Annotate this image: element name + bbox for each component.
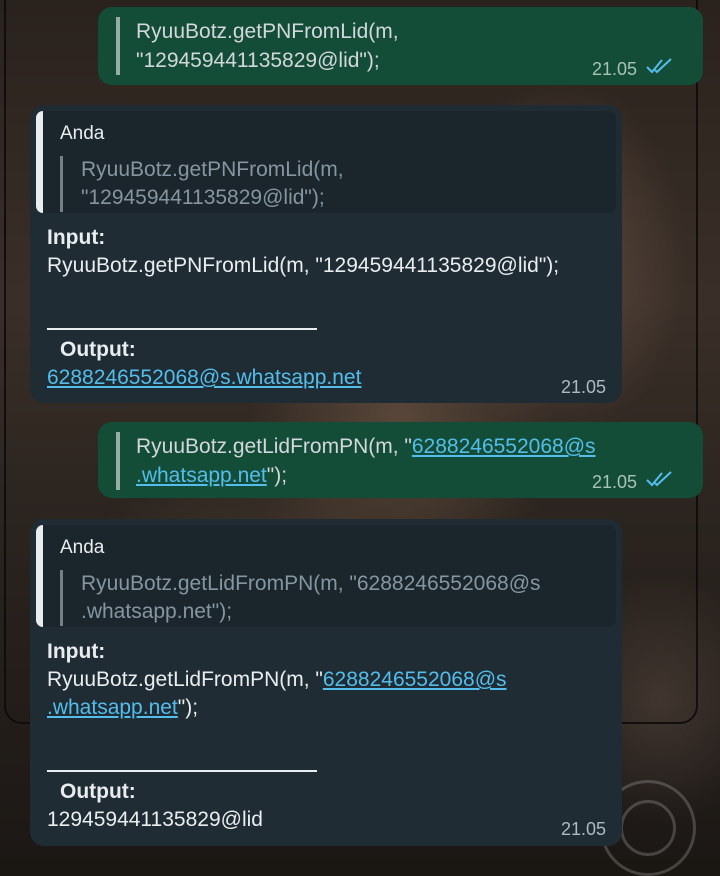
input-link[interactable]: 6288246552068@s (323, 668, 507, 691)
output-value: 129459441135829@lid (47, 808, 263, 831)
quote-text: RyuuBotz.getLidFromPN(m, "6288246552068@… (60, 570, 541, 626)
input-label: Input: (47, 226, 106, 249)
message-bubble-incoming[interactable]: Anda RyuuBotz.getLidFromPN(m, "628824655… (30, 519, 622, 846)
input-link[interactable]: .whatsapp.net (47, 696, 178, 719)
message-line: .whatsapp.net"); (136, 461, 596, 490)
double-check-icon (646, 58, 672, 74)
quote-author: Anda (60, 123, 105, 144)
quote-line: RyuuBotz.getLidFromPN(m, "6288246552068@… (81, 572, 541, 595)
message-line: RyuuBotz.getLidFromPN(m, "6288246552068@… (136, 432, 596, 461)
input-code: RyuuBotz.getLidFromPN(m, "6288246552068@… (47, 666, 507, 694)
message-text-segment: "); (266, 464, 288, 487)
message-bubble-incoming[interactable]: Anda RyuuBotz.getPNFromLid(m, "129459441… (30, 105, 622, 403)
divider-line (47, 328, 317, 330)
input-code: RyuuBotz.getPNFromLid(m, "12945944113582… (47, 254, 560, 277)
message-line: RyuuBotz.getPNFromLid(m, (136, 20, 399, 43)
input-label: Input: (47, 640, 106, 663)
quote-accent-bar (36, 525, 43, 627)
quote-text: RyuuBotz.getPNFromLid(m, "12945944113582… (60, 156, 344, 212)
message-text-segment: RyuuBotz.getLidFromPN(m, " (136, 435, 412, 458)
quote-line: "129459441135829@lid"); (81, 186, 325, 209)
quote-accent-bar (36, 111, 43, 213)
output-link[interactable]: 6288246552068@s.whatsapp.net (47, 364, 361, 392)
output-label: Output: (60, 780, 136, 803)
quote-line: .whatsapp.net"); (81, 600, 233, 623)
quote-line: RyuuBotz.getPNFromLid(m, (81, 158, 344, 181)
divider-line (47, 770, 317, 772)
message-text: RyuuBotz.getLidFromPN(m, "6288246552068@… (116, 432, 596, 490)
message-bubble-outgoing[interactable]: RyuuBotz.getPNFromLid(m, "12945944113582… (98, 7, 703, 85)
message-line: "129459441135829@lid"); (136, 49, 380, 72)
double-check-icon (646, 471, 672, 487)
input-text-segment: "); (177, 696, 199, 719)
message-link[interactable]: 6288246552068@s (412, 435, 596, 458)
message-bubble-outgoing[interactable]: RyuuBotz.getLidFromPN(m, "6288246552068@… (98, 422, 703, 498)
wallpaper-decoration (620, 800, 676, 856)
message-time: 21.05 (561, 819, 607, 839)
message-time: 21.05 (561, 377, 607, 397)
output-label: Output: (60, 338, 136, 361)
quoted-message[interactable]: Anda RyuuBotz.getLidFromPN(m, "628824655… (36, 525, 616, 627)
message-text: RyuuBotz.getPNFromLid(m, "12945944113582… (116, 17, 399, 75)
message-link[interactable]: .whatsapp.net (136, 464, 267, 487)
message-time: 21.05 (592, 59, 638, 79)
input-code: .whatsapp.net"); (47, 694, 198, 722)
quoted-message[interactable]: Anda RyuuBotz.getPNFromLid(m, "129459441… (36, 111, 616, 213)
quote-author: Anda (60, 537, 105, 558)
message-time: 21.05 (592, 472, 638, 492)
input-text-segment: RyuuBotz.getLidFromPN(m, " (47, 668, 323, 691)
